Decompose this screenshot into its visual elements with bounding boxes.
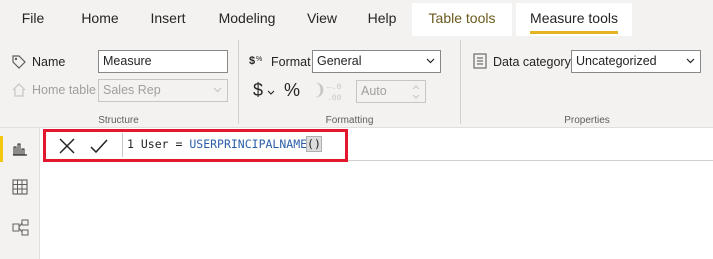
menu-modeling[interactable]: Modeling xyxy=(206,0,288,36)
active-tab-underline xyxy=(530,31,618,34)
menu-insert[interactable]: Insert xyxy=(138,0,198,36)
properties-group-label: Properties xyxy=(564,115,610,126)
tag-icon xyxy=(12,55,26,69)
format-icon: $ % xyxy=(249,55,262,67)
decimal-places-icon[interactable]: ←.0 .00 xyxy=(327,80,347,102)
svg-text:$: $ xyxy=(249,55,255,67)
home-table-label: Home table xyxy=(32,83,96,97)
decimals-value: Auto xyxy=(361,84,387,98)
data-category-select[interactable]: Uncategorized xyxy=(571,50,701,73)
properties-group: Data category Uncategorized Properties xyxy=(461,36,713,128)
report-view-icon xyxy=(13,143,27,156)
format-select[interactable]: General xyxy=(312,50,441,73)
data-view-icon xyxy=(12,179,28,195)
comma-style-button[interactable]: ❩ xyxy=(313,80,326,100)
ribbon: Name Measure Home table Sales Rep Struct… xyxy=(0,36,713,128)
menu-view[interactable]: View xyxy=(296,0,348,36)
menu-bar: File Home Insert Modeling View Help Tabl… xyxy=(0,0,713,36)
chevron-down-icon xyxy=(426,58,435,64)
model-view-button[interactable] xyxy=(0,208,40,246)
data-view-button[interactable] xyxy=(0,168,40,206)
format-label: Format xyxy=(271,55,311,69)
spinner-icon xyxy=(412,85,420,99)
view-rail xyxy=(0,128,40,259)
svg-text:%: % xyxy=(256,56,262,63)
menu-file[interactable]: File xyxy=(8,0,58,36)
decimals-input[interactable]: Auto xyxy=(356,80,426,103)
percent-button[interactable]: % xyxy=(284,80,300,101)
chevron-down-icon xyxy=(213,87,222,93)
highlight-box xyxy=(43,129,348,162)
data-category-label: Data category xyxy=(493,55,571,69)
model-view-icon xyxy=(12,219,29,236)
name-label: Name xyxy=(32,55,66,69)
svg-text:←.0: ←.0 xyxy=(327,83,342,92)
tab-measure-tools-label: Measure tools xyxy=(530,10,618,26)
tab-measure-tools[interactable]: Measure tools xyxy=(516,3,632,36)
chevron-down-icon[interactable] xyxy=(267,90,275,95)
tab-table-tools[interactable]: Table tools xyxy=(412,3,512,36)
home-table-value: Sales Rep xyxy=(103,83,161,97)
formatting-group: $ % Format General $ % ❩ ←.0 .00 Auto Fo… xyxy=(239,36,460,128)
currency-button[interactable]: $ xyxy=(253,80,263,101)
home-table-select[interactable]: Sales Rep xyxy=(98,79,228,102)
data-category-icon xyxy=(473,53,487,69)
menu-help[interactable]: Help xyxy=(356,0,408,36)
data-category-value: Uncategorized xyxy=(576,54,657,68)
structure-group-label: Structure xyxy=(98,115,139,126)
home-icon xyxy=(12,83,26,97)
chevron-down-icon xyxy=(686,58,695,64)
formatting-group-label: Formatting xyxy=(325,115,374,126)
format-value: General xyxy=(317,54,362,68)
structure-group: Name Measure Home table Sales Rep Struct… xyxy=(0,36,237,128)
menu-home[interactable]: Home xyxy=(68,0,132,36)
name-input[interactable]: Measure xyxy=(98,50,228,73)
svg-text:.00: .00 xyxy=(327,94,342,102)
report-view-button[interactable] xyxy=(0,130,40,168)
